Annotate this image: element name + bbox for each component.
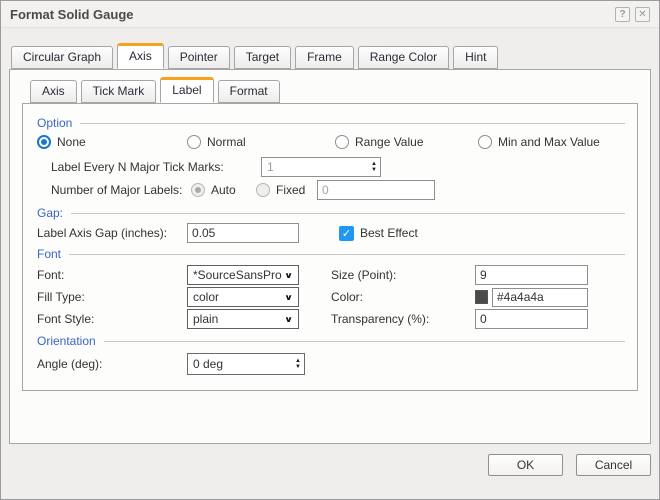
size-point-label: Size (Point):	[331, 265, 396, 285]
chevron-down-icon[interactable]: ∨	[284, 314, 293, 324]
radio-selected-icon[interactable]	[37, 135, 51, 149]
spinner-down-icon[interactable]: ▼	[295, 364, 301, 370]
cancel-button[interactable]: Cancel	[576, 454, 651, 476]
label-every-n-label: Label Every N Major Tick Marks:	[51, 157, 224, 177]
tab-hint[interactable]: Hint	[453, 46, 498, 69]
radio-fixed: Fixed	[256, 180, 305, 200]
section-divider	[104, 341, 625, 342]
gap-section-title: Gap:	[37, 206, 63, 220]
radio-auto: Auto	[191, 180, 236, 200]
radio-min-max-value[interactable]: Min and Max Value	[478, 133, 600, 150]
font-name-dropdown[interactable]: *SourceSansPro ∨	[187, 265, 299, 285]
option-radio-row: None Normal Range Value Min and Max Valu…	[23, 133, 637, 150]
spinner-down-icon[interactable]: ▼	[371, 167, 377, 173]
check-icon: ✓	[342, 227, 351, 240]
help-icon[interactable]: ?	[615, 7, 630, 22]
fill-type-dropdown[interactable]: color ∨	[187, 287, 299, 307]
font-section-header: Font	[37, 247, 625, 261]
color-swatch[interactable]	[475, 290, 488, 304]
fixed-count-input	[317, 180, 435, 200]
option-section-title: Option	[37, 116, 72, 130]
tab-pointer[interactable]: Pointer	[168, 46, 230, 69]
radio-min-max-label: Min and Max Value	[498, 135, 600, 149]
close-icon[interactable]: ✕	[635, 7, 650, 22]
radio-none[interactable]: None	[37, 133, 86, 150]
number-of-major-labels-label: Number of Major Labels:	[51, 180, 182, 200]
angle-spinner[interactable]: 0 deg ▲ ▼	[187, 353, 305, 375]
radio-icon[interactable]	[478, 135, 492, 149]
font-style-value: plain	[193, 312, 218, 326]
radio-normal[interactable]: Normal	[187, 133, 246, 150]
size-point-input[interactable]	[475, 265, 588, 285]
orientation-section-title: Orientation	[37, 334, 96, 348]
ok-button[interactable]: OK	[488, 454, 563, 476]
chevron-down-icon[interactable]: ∨	[284, 292, 293, 302]
radio-icon[interactable]	[335, 135, 349, 149]
label-axis-gap-row: Label Axis Gap (inches): ✓ Best Effect	[23, 223, 637, 243]
font-section-title: Font	[37, 247, 61, 261]
subtab-format[interactable]: Format	[218, 80, 280, 103]
radio-fixed-label: Fixed	[276, 183, 305, 197]
label-axis-gap-label: Label Axis Gap (inches):	[37, 223, 167, 243]
label-axis-gap-input[interactable]	[187, 223, 299, 243]
font-style-label: Font Style:	[37, 309, 94, 329]
radio-range-value[interactable]: Range Value	[335, 133, 424, 150]
spinner-arrows-icon[interactable]: ▲ ▼	[371, 161, 377, 173]
outer-tab-bar: Circular Graph Axis Pointer Target Frame…	[11, 43, 659, 69]
angle-value: 0 deg	[193, 357, 223, 371]
radio-none-label: None	[57, 135, 86, 149]
axis-tab-panel: Axis Tick Mark Label Format Option None …	[9, 69, 651, 444]
tab-range-color[interactable]: Range Color	[358, 46, 449, 69]
color-field-group	[475, 287, 588, 307]
dialog-footer: OK Cancel	[1, 438, 659, 499]
color-label: Color:	[331, 287, 363, 307]
tab-axis[interactable]: Axis	[117, 43, 164, 69]
font-style-dropdown[interactable]: plain ∨	[187, 309, 299, 329]
radio-fixed-disabled-icon	[256, 183, 270, 197]
label-every-n-row: Label Every N Major Tick Marks: 1 ▲ ▼	[23, 157, 637, 177]
color-input[interactable]	[492, 288, 588, 307]
radio-icon[interactable]	[187, 135, 201, 149]
transparency-input[interactable]	[475, 309, 588, 329]
number-of-major-labels-row: Number of Major Labels: Auto Fixed	[23, 180, 637, 200]
best-effect-label: Best Effect	[360, 226, 418, 240]
checkbox-checked-icon[interactable]: ✓	[339, 226, 354, 241]
inner-tab-bar: Axis Tick Mark Label Format	[30, 77, 650, 103]
section-divider	[80, 123, 625, 124]
label-every-n-value: 1	[267, 160, 274, 174]
radio-range-value-label: Range Value	[355, 135, 424, 149]
best-effect-checkbox-group[interactable]: ✓ Best Effect	[339, 223, 418, 243]
spinner-arrows-icon[interactable]: ▲ ▼	[295, 358, 301, 370]
tab-target[interactable]: Target	[234, 46, 291, 69]
tab-circular-graph[interactable]: Circular Graph	[11, 46, 113, 69]
angle-row: Angle (deg): 0 deg ▲ ▼	[23, 353, 637, 375]
font-name-value: *SourceSansPro	[193, 268, 282, 282]
option-section-header: Option	[37, 116, 625, 130]
section-divider	[69, 254, 625, 255]
fill-type-row: Fill Type: color ∨ Color:	[23, 287, 637, 307]
subtab-label[interactable]: Label	[160, 77, 213, 103]
tab-frame[interactable]: Frame	[295, 46, 354, 69]
font-name-row: Font: *SourceSansPro ∨ Size (Point):	[23, 265, 637, 285]
radio-auto-disabled-icon	[191, 183, 205, 197]
chevron-down-icon[interactable]: ∨	[284, 270, 293, 280]
dialog-title: Format Solid Gauge	[10, 7, 134, 22]
gap-section-header: Gap:	[37, 206, 625, 220]
transparency-label: Transparency (%):	[331, 309, 429, 329]
radio-auto-label: Auto	[211, 183, 236, 197]
fill-type-value: color	[193, 290, 219, 304]
title-bar: Format Solid Gauge ? ✕	[1, 1, 659, 28]
subtab-axis[interactable]: Axis	[30, 80, 77, 103]
angle-label: Angle (deg):	[37, 353, 102, 375]
radio-normal-label: Normal	[207, 135, 246, 149]
fill-type-label: Fill Type:	[37, 287, 85, 307]
label-every-n-spinner[interactable]: 1 ▲ ▼	[261, 157, 381, 177]
orientation-section-header: Orientation	[37, 334, 625, 348]
format-solid-gauge-dialog: Format Solid Gauge ? ✕ Circular Graph Ax…	[0, 0, 660, 500]
font-style-row: Font Style: plain ∨ Transparency (%):	[23, 309, 637, 329]
label-subtab-panel: Option None Normal Range Value	[22, 103, 638, 391]
subtab-tick-mark[interactable]: Tick Mark	[81, 80, 157, 103]
font-name-label: Font:	[37, 265, 64, 285]
section-divider	[71, 213, 625, 214]
